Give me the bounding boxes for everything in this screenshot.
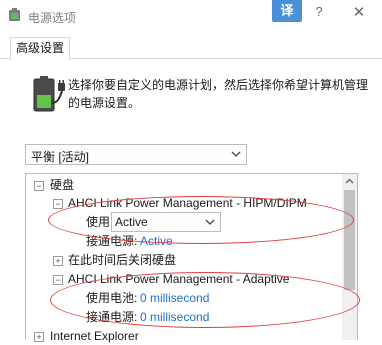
collapse-icon[interactable]: − bbox=[34, 181, 44, 191]
chevron-down-icon bbox=[231, 151, 241, 157]
collapse-icon[interactable]: − bbox=[53, 199, 63, 209]
adaptive-battery-label: 使用电池: bbox=[86, 291, 138, 305]
tab-advanced-settings[interactable]: 高级设置 bbox=[10, 37, 70, 61]
tree-item-hard-disk[interactable]: 硬盘 bbox=[50, 176, 74, 194]
expand-icon[interactable]: + bbox=[53, 256, 63, 266]
chevron-down-icon bbox=[205, 219, 215, 225]
scrollbar-thumb[interactable] bbox=[344, 190, 355, 290]
plan-description: 选择你要自定义的电源计划，然后选择你希望计算机管理的电源设置。 bbox=[68, 78, 369, 110]
power-options-icon bbox=[9, 8, 20, 21]
hipm-battery-value: Active bbox=[115, 215, 148, 229]
tree-item-adaptive[interactable]: AHCI Link Power Management - Adaptive bbox=[68, 270, 289, 288]
help-button[interactable]: ? bbox=[312, 4, 326, 19]
tree-item-turn-off-disk[interactable]: 在此时间后关闭硬盘 bbox=[68, 251, 176, 269]
tree-item-internet-explorer[interactable]: Internet Explorer bbox=[50, 327, 139, 345]
window-title: 电源选项 bbox=[28, 11, 77, 25]
power-plan-value: 平衡 [活动] bbox=[31, 150, 90, 164]
scroll-up-arrow-icon[interactable] bbox=[342, 174, 357, 189]
adaptive-plugged-value[interactable]: 0 millisecond bbox=[140, 308, 209, 326]
adaptive-battery-value[interactable]: 0 millisecond bbox=[140, 289, 209, 307]
hipm-plugged-value[interactable]: Active bbox=[140, 232, 173, 250]
battery-plug-icon bbox=[33, 76, 65, 112]
tree-item-hipm-dipm[interactable]: AHCI Link Power Management - HIPM/DIPM bbox=[68, 194, 307, 212]
expand-icon[interactable]: + bbox=[34, 332, 44, 342]
close-button[interactable]: ✕ bbox=[352, 3, 366, 21]
power-plan-dropdown[interactable]: 平衡 [活动] bbox=[25, 144, 247, 165]
collapse-icon[interactable]: − bbox=[53, 275, 63, 285]
title-bar: 电源选项 译 ? ✕ bbox=[0, 0, 382, 32]
translate-button[interactable]: 译 bbox=[272, 0, 302, 22]
hipm-plugged-label: 接通电源: bbox=[86, 234, 138, 248]
adaptive-plugged-label: 接通电源: bbox=[86, 310, 138, 324]
hipm-battery-dropdown[interactable]: Active bbox=[111, 212, 221, 232]
tree-scrollbar[interactable] bbox=[342, 174, 357, 340]
